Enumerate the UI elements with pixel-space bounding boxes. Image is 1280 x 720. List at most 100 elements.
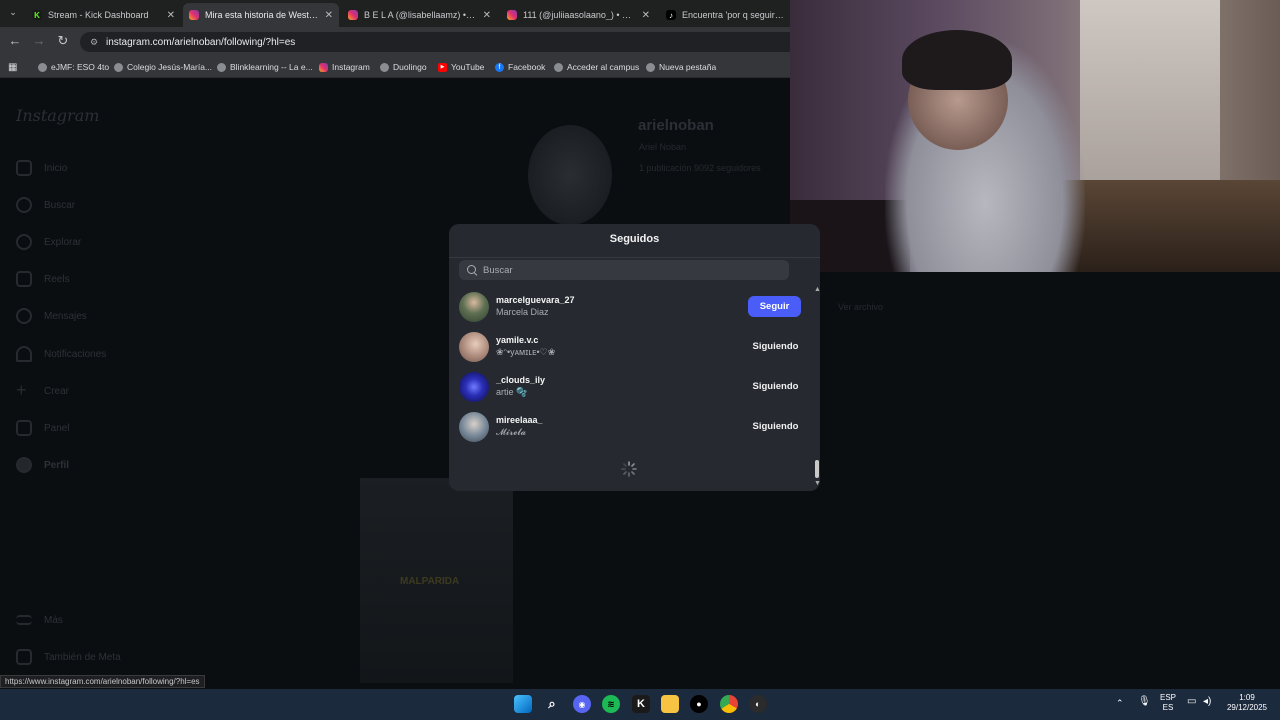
- sidebar-item-messages[interactable]: Mensajes: [16, 306, 87, 326]
- bookmark-item[interactable]: Blinklearning -- La e...: [217, 60, 313, 74]
- sidebar-label: Explorar: [44, 236, 82, 248]
- time: 1:09: [1239, 693, 1255, 702]
- follow-button[interactable]: Seguir: [748, 296, 801, 317]
- show-hidden-icons-icon[interactable]: ⌃: [1116, 698, 1124, 708]
- bookmarks-bar: ▦ eJMF: ESO 4to Colegio Jesús-María... B…: [0, 56, 790, 78]
- following-button[interactable]: Siguiendo: [742, 336, 809, 357]
- bookmark-item[interactable]: f Facebook: [495, 60, 545, 74]
- reels-icon: [16, 271, 32, 287]
- bookmark-label: Colegio Jesús-María...: [127, 62, 213, 72]
- address-bar[interactable]: ⚙ instagram.com/arielnoban/following/?hl…: [80, 32, 800, 52]
- avatar[interactable]: [459, 412, 489, 442]
- sidebar-item-more[interactable]: Más: [16, 610, 63, 630]
- bookmark-item[interactable]: Duolingo: [380, 60, 427, 74]
- tab-search-icon[interactable]: ⌄: [6, 5, 20, 19]
- avatar[interactable]: [459, 372, 489, 402]
- forward-icon[interactable]: →: [32, 34, 46, 48]
- site-info-icon[interactable]: ⚙: [90, 37, 100, 47]
- fullname: ❀ᵔ•yᴀᴍɪʟᴇ•♡❀: [496, 347, 556, 357]
- modal-title: Seguidos: [609, 233, 660, 245]
- bookmark-item[interactable]: Acceder al campus: [554, 60, 639, 74]
- username[interactable]: _clouds_ily: [496, 375, 545, 385]
- windows-start-icon[interactable]: [514, 695, 532, 713]
- close-tab-icon[interactable]: ✕: [161, 10, 175, 21]
- reload-icon[interactable]: ↻: [56, 34, 70, 48]
- profile-avatar[interactable]: [528, 125, 612, 225]
- view-archive-button[interactable]: Ver archivo: [838, 302, 883, 312]
- clock[interactable]: 1:09 29/12/2025: [1224, 693, 1270, 713]
- network-icon[interactable]: ▭: [1187, 697, 1196, 707]
- fullname: artie 🫧: [496, 387, 528, 397]
- bookmark-item[interactable]: Nueva pestaña: [646, 60, 716, 74]
- instagram-icon: [319, 62, 328, 72]
- bookmark-item[interactable]: Instagram: [319, 60, 370, 74]
- username[interactable]: marcelguevara_27: [496, 295, 575, 305]
- browser-tab-strip: ⌄ K Stream - Kick Dashboard ✕ Mira esta …: [0, 0, 790, 27]
- following-button[interactable]: Siguiendo: [742, 376, 809, 397]
- username[interactable]: yamile.v.c: [496, 335, 538, 345]
- back-icon[interactable]: ←: [8, 34, 22, 48]
- bookmark-item[interactable]: Colegio Jesús-María...: [114, 60, 212, 74]
- tab-kick[interactable]: K Stream - Kick Dashboard ✕: [26, 3, 181, 27]
- apps-icon[interactable]: ▦: [8, 60, 17, 74]
- app-icon[interactable]: K: [632, 695, 650, 713]
- sidebar-item-meta[interactable]: También de Meta: [16, 647, 121, 667]
- obs-icon[interactable]: ●: [690, 695, 708, 713]
- globe-icon: [114, 62, 123, 72]
- following-modal: Seguidos marcelguevara_27 Marcela Diaz S…: [449, 224, 820, 491]
- bookmark-label: Duolingo: [393, 62, 427, 72]
- globe-icon: [646, 62, 655, 72]
- discord-icon[interactable]: ◉: [573, 695, 591, 713]
- list-item[interactable]: mireelaaa_ 𝓜𝓲𝓻𝓮𝓵𝓪 Siguiendo: [459, 407, 809, 447]
- bookmark-item[interactable]: ▶ YouTube: [438, 60, 484, 74]
- sidebar-label: Reels: [44, 273, 70, 285]
- url-text: instagram.com/arielnoban/following/?hl=e…: [106, 36, 296, 48]
- sidebar-item-home[interactable]: Inicio: [16, 158, 67, 178]
- bookmark-item[interactable]: eJMF: ESO 4to: [38, 60, 109, 74]
- chrome-icon[interactable]: [720, 695, 738, 713]
- search-icon: [16, 197, 32, 213]
- scroll-up-icon[interactable]: ▲: [814, 286, 820, 293]
- sidebar-item-search[interactable]: Buscar: [16, 195, 75, 215]
- microphone-icon[interactable]: 🎙: [1138, 697, 1151, 707]
- list-item[interactable]: marcelguevara_27 Marcela Diaz Seguir: [459, 287, 804, 327]
- home-icon: [16, 160, 32, 176]
- profile-username: arielnoban: [638, 117, 714, 134]
- spotify-icon[interactable]: ≋: [602, 695, 620, 713]
- search-box[interactable]: [459, 260, 789, 280]
- tab-instagram-julia[interactable]: 111 (@juliiaasolaano_) • Fotos y ✕: [501, 3, 656, 27]
- search-input[interactable]: [483, 264, 763, 276]
- search-icon[interactable]: ⌕: [543, 695, 561, 713]
- username[interactable]: mireelaaa_: [496, 415, 543, 425]
- tab-tiktok[interactable]: ♪ Encuentra 'por q seguir solo m: [660, 3, 790, 27]
- tab-instagram-bela[interactable]: B E L A (@lisabellaamz) • Fotos ✕: [342, 3, 497, 27]
- sidebar-item-reels[interactable]: Reels: [16, 269, 70, 289]
- sidebar-item-explore[interactable]: Explorar: [16, 232, 81, 252]
- app-icon[interactable]: ◐: [749, 695, 767, 713]
- volume-icon[interactable]: ◂): [1203, 697, 1211, 707]
- close-tab-icon[interactable]: ✕: [319, 10, 333, 21]
- instagram-logo: Instagram: [16, 106, 100, 125]
- list-item[interactable]: yamile.v.c ❀ᵔ•yᴀᴍɪʟᴇ•♡❀ Siguiendo: [459, 327, 809, 367]
- close-tab-icon[interactable]: ✕: [636, 10, 650, 21]
- scrollbar-thumb[interactable]: [815, 460, 819, 478]
- tab-title: Mira esta historia de WestCOL: [205, 10, 319, 20]
- scroll-down-icon[interactable]: ▼: [814, 480, 820, 487]
- close-tab-icon[interactable]: ✕: [477, 10, 491, 21]
- facebook-icon: f: [495, 62, 504, 72]
- sidebar-item-create[interactable]: + Crear: [16, 381, 69, 401]
- file-explorer-icon[interactable]: [661, 695, 679, 713]
- avatar[interactable]: [459, 292, 489, 322]
- following-button[interactable]: Siguiendo: [742, 416, 809, 437]
- sidebar-label: Buscar: [44, 199, 76, 211]
- list-item[interactable]: _clouds_ily artie 🫧 Siguiendo: [459, 367, 809, 407]
- language-indicator[interactable]: ESP ES: [1160, 693, 1176, 713]
- profile-fullname: Ariel Noban: [639, 142, 687, 152]
- avatar[interactable]: [459, 332, 489, 362]
- sidebar-item-notifications[interactable]: Notificaciones: [16, 344, 106, 364]
- post-thumbnail[interactable]: MALPARIDA: [360, 478, 513, 683]
- bookmark-label: Blinklearning -- La e...: [230, 62, 313, 72]
- sidebar-item-panel[interactable]: Panel: [16, 418, 70, 438]
- sidebar-item-profile[interactable]: Perfil: [16, 455, 69, 475]
- tab-instagram-story[interactable]: Mira esta historia de WestCOL ✕: [183, 3, 339, 27]
